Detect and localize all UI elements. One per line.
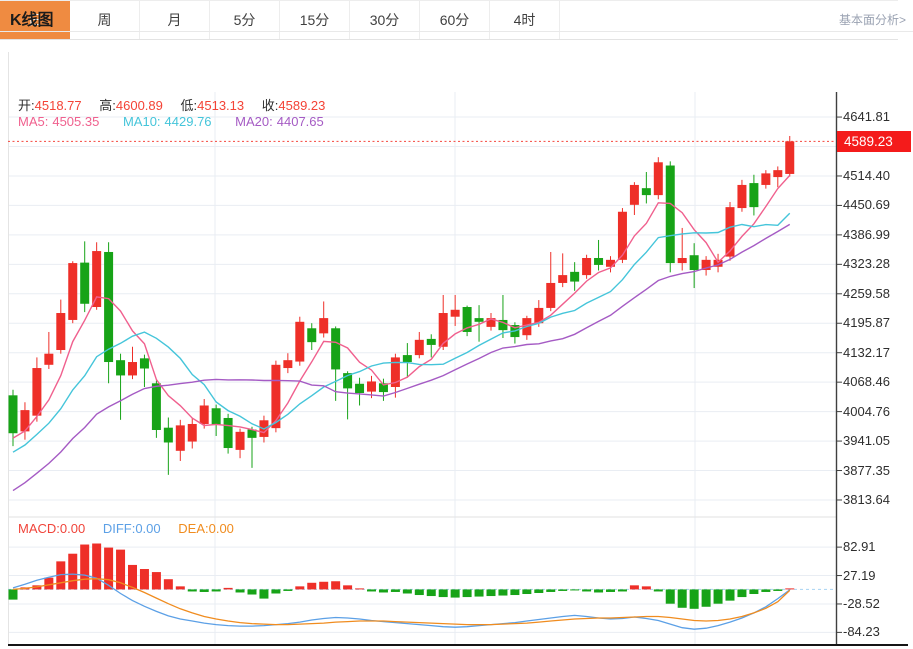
price-axis-tick: 4259.58 — [843, 285, 890, 301]
macd-axis-tick: -28.52 — [843, 595, 880, 611]
close-value: 4589.23 — [278, 98, 326, 113]
ma-row: MA5: 4505.35 MA10: 4429.76 MA20: 4407.65 — [18, 114, 344, 129]
kline-widget: K线图 基本面分析> 日 周 月 5分 15分 30分 60分 4时 开:451… — [0, 0, 913, 649]
open-value: 4518.77 — [34, 98, 82, 113]
diff-label: DIFF: — [102, 521, 136, 536]
ma20-label: MA20: — [235, 114, 273, 129]
macd-label: MACD: — [18, 521, 60, 536]
close-label: 收: — [261, 98, 279, 113]
price-axis-tick: 4068.46 — [843, 374, 890, 390]
ma20-value: 4407.65 — [276, 114, 324, 129]
dea-value: 0.00 — [208, 521, 234, 536]
high-value: 4600.89 — [115, 98, 163, 113]
low-label: 低: — [180, 98, 198, 113]
ma10-value: 4429.76 — [164, 114, 212, 129]
open-label: 开: — [18, 98, 35, 113]
price-axis-tick: 4386.99 — [843, 226, 890, 242]
macd-axis-tick: -84.23 — [843, 624, 880, 640]
price-axis-tick: 4450.69 — [843, 197, 890, 213]
macd-layer — [8, 543, 836, 630]
macd-value: 0.00 — [59, 521, 86, 536]
candles-layer — [8, 135, 795, 475]
high-label: 高: — [99, 98, 116, 113]
price-axis-tick: 4641.81 — [843, 109, 890, 125]
ma5-value: 4505.35 — [52, 114, 100, 129]
low-value: 4513.13 — [197, 98, 245, 113]
diff-value: 0.00 — [135, 521, 161, 536]
ohlc-row: 开:4518.77 高:4600.89 低:4513.13 收:4589.23 — [18, 95, 339, 114]
price-axis-tick: 4514.40 — [843, 167, 890, 183]
macd-axis-tick: 82.91 — [843, 539, 876, 555]
price-axis-tick: 3877.35 — [843, 462, 890, 478]
header-divider — [0, 31, 913, 32]
fundamental-analysis-link[interactable]: 基本面分析> — [839, 11, 906, 28]
macd-axis-tick: 27.19 — [843, 567, 876, 583]
price-axis-tick: 3813.64 — [843, 491, 890, 507]
dea-label: DEA: — [178, 521, 209, 536]
price-axis-tick: 4132.17 — [843, 344, 890, 360]
current-price-tag: 4589.23 — [837, 130, 911, 152]
price-axis-tick: 4323.28 — [843, 256, 890, 272]
page-title: K线图 — [10, 12, 54, 29]
macd-row: MACD:0.00 DIFF:0.00 DEA:0.00 — [18, 521, 248, 536]
ma10-label: MA10: — [122, 114, 161, 129]
price-axis-tick: 3941.05 — [843, 433, 890, 449]
ma5-label: MA5: — [18, 114, 49, 129]
price-axis-tick: 4004.76 — [843, 403, 890, 419]
price-axis-tick: 4195.87 — [843, 315, 890, 331]
